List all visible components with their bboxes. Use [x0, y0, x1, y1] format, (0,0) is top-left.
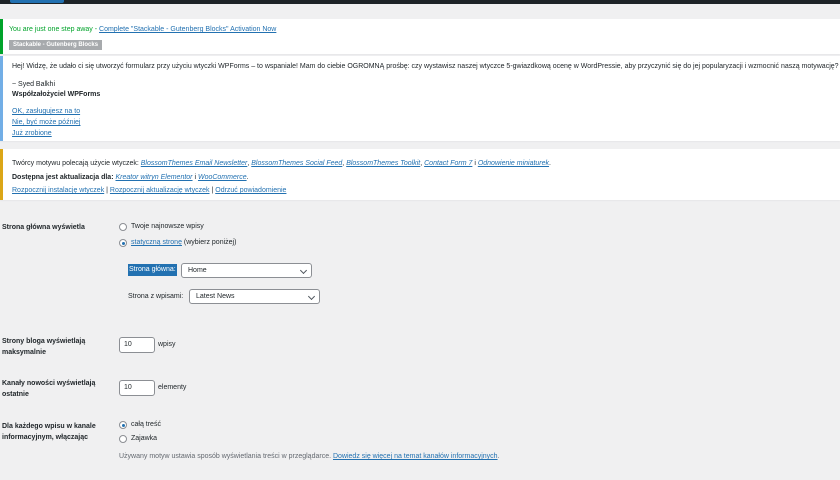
blog-pages-unit: wpisy	[158, 341, 176, 348]
homepage-select-label: Strona główna:	[128, 264, 177, 276]
posts-page-select[interactable]: Latest News	[189, 289, 320, 304]
notice-actions-line: Rozpocznij instalację wtyczek | Rozpoczn…	[12, 187, 287, 194]
feeds-input[interactable]: 10	[119, 380, 155, 396]
wpforms-review-links: OK, zasługujesz na to Nie, być może późn…	[12, 106, 80, 139]
recommended-prefix: Twórcy motywu polecają użycie wtyczek:	[12, 160, 141, 167]
full-text-radio[interactable]	[119, 421, 127, 429]
stackable-activation-link[interactable]: Complete "Stackable - Gutenberg Blocks" …	[99, 26, 276, 33]
stackable-message: You are just one step away - Complete "S…	[9, 26, 276, 33]
chevron-down-icon	[299, 266, 308, 275]
wpforms-review-text: Hej! Widzę, że udało ci się utworzyć for…	[12, 63, 839, 70]
plugin-link-contact-form[interactable]: Contact Form 7	[424, 160, 472, 167]
feed-content-label: Dla każdego wpisu w kanale informacyjnym…	[2, 423, 96, 441]
excerpt-radio[interactable]	[119, 435, 127, 443]
static-page-radio[interactable]	[119, 239, 127, 247]
review-done-link[interactable]: Już zrobione	[12, 128, 80, 139]
full-text-label[interactable]: całą treść	[131, 421, 161, 428]
posts-page-select-value: Latest News	[196, 293, 235, 300]
wpforms-author: ~ Syed Balkhi	[12, 81, 55, 88]
feeds-learn-more-link[interactable]: Dowiedz się więcej na temat kanałów info…	[333, 453, 498, 460]
recommended-plugins-line: Twórcy motywu polecają użycie wtyczek: B…	[12, 160, 551, 167]
latest-posts-label[interactable]: Twoje najnowsze wpisy	[131, 223, 204, 230]
latest-posts-radio[interactable]	[119, 223, 127, 231]
stackable-badge: Stackable - Gutenberg Blocks	[9, 40, 103, 50]
wpforms-author-role: Współzałożyciel WPForms	[12, 91, 101, 98]
update-link-elementor[interactable]: Kreator witryn Elementor	[115, 174, 192, 181]
dismiss-notice-link[interactable]: Odrzuć powiadomienie	[215, 187, 286, 194]
update-available-line: Dostępna jest aktualizacja dla: Kreator …	[12, 174, 249, 181]
feed-content-description: Używany motyw ustawia sposób wyświetlani…	[119, 453, 500, 460]
homepage-select[interactable]: Home	[181, 263, 312, 278]
plugin-link-toolkit[interactable]: BlossomThemes Toolkit	[346, 160, 420, 167]
blog-pages-input[interactable]: 10	[119, 337, 155, 353]
static-page-suffix: (wybierz poniżej)	[181, 239, 237, 246]
wpforms-review-notice: Hej! Widzę, że udało ci się utworzyć for…	[0, 56, 840, 141]
blog-pages-label: Strony bloga wyświetlają maksymalnie	[2, 338, 86, 356]
review-later-link[interactable]: Nie, być może później	[12, 117, 80, 128]
static-page-label: statyczną stronę (wybierz poniżej)	[131, 239, 236, 246]
update-link-woocommerce[interactable]: WooCommerce	[198, 174, 247, 181]
static-page-link[interactable]: statyczną stronę	[131, 239, 182, 246]
posts-page-label: Strona z wpisami:	[128, 293, 184, 300]
admin-top-bar	[0, 0, 840, 4]
feed-desc-text: Używany motyw ustawia sposób wyświetlani…	[119, 453, 333, 460]
excerpt-label[interactable]: Zajawka	[131, 435, 157, 442]
feeds-label: Kanały nowości wyświetlają ostatnie	[2, 380, 96, 398]
plugin-link-regenerate-thumbnails[interactable]: Odnowienie miniaturek	[478, 160, 549, 167]
chevron-down-icon	[307, 292, 316, 301]
feeds-unit: elementy	[158, 384, 187, 391]
homepage-display-label: Strona główna wyświetla	[2, 224, 85, 231]
stackable-activation-notice: You are just one step away - Complete "S…	[0, 19, 840, 54]
install-plugins-link[interactable]: Rozpocznij instalację wtyczek	[12, 187, 104, 194]
update-plugins-link[interactable]: Rozpocznij aktualizację wtyczek	[110, 187, 210, 194]
stackable-message-text: You are just one step away -	[9, 26, 100, 33]
plugin-link-social-feed[interactable]: BlossomThemes Social Feed	[251, 160, 342, 167]
plugin-link-email-newsletter[interactable]: BlossomThemes Email Newsletter	[141, 160, 248, 167]
homepage-select-value: Home	[188, 267, 207, 274]
update-prefix: Dostępna jest aktualizacja dla:	[12, 174, 116, 181]
review-ok-link[interactable]: OK, zasługujesz na to	[12, 106, 80, 117]
theme-plugins-notice: Twórcy motywu polecają użycie wtyczek: B…	[0, 149, 840, 200]
top-bar-button[interactable]	[10, 0, 64, 3]
